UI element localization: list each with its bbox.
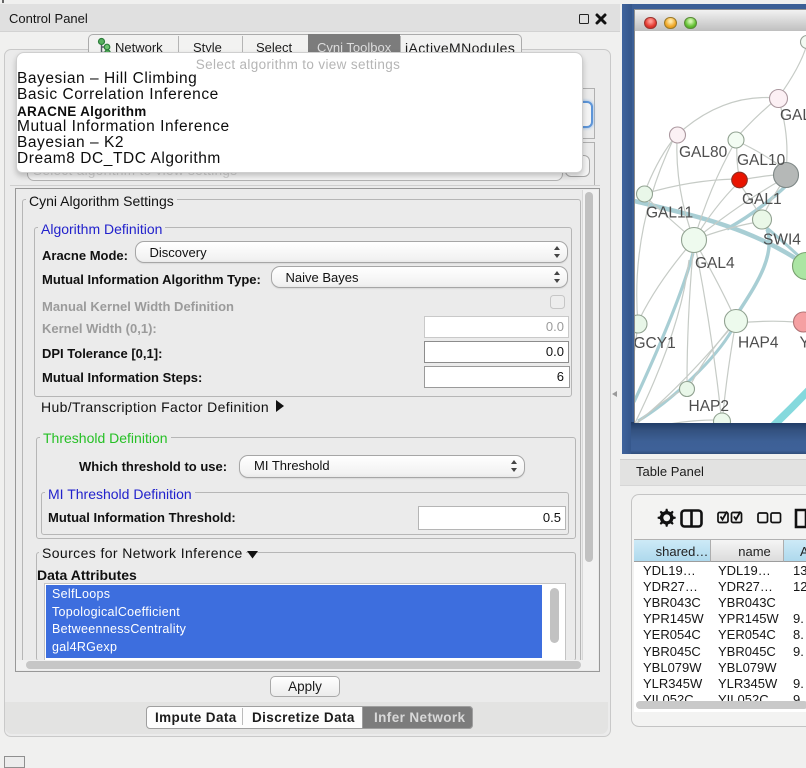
svg-text:GAL8: GAL8 — [780, 107, 806, 124]
svg-text:GAL1: GAL1 — [742, 191, 782, 208]
svg-text:GAL80: GAL80 — [679, 144, 728, 161]
svg-text:SWI4: SWI4 — [763, 232, 801, 249]
svg-text:Y: Y — [800, 335, 806, 352]
svg-text:GAL10: GAL10 — [737, 152, 786, 169]
svg-text:GCY1: GCY1 — [634, 335, 676, 352]
svg-text:HAP2: HAP2 — [689, 398, 730, 415]
svg-text:GAL4: GAL4 — [695, 255, 735, 272]
svg-text:GAL11: GAL11 — [646, 205, 693, 222]
svg-text:HAP4: HAP4 — [738, 335, 779, 352]
